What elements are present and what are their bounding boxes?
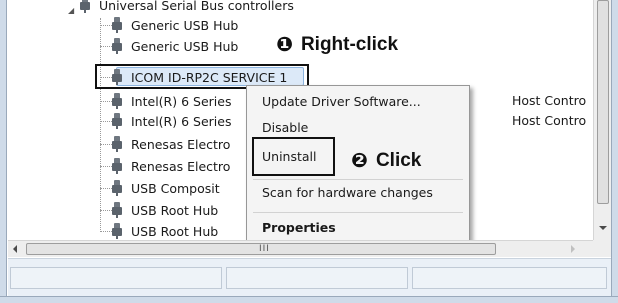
scrollbar-corner [593, 240, 611, 257]
tree-item-label: Generic USB Hub [131, 17, 239, 33]
usb-device-icon [112, 38, 122, 54]
status-bar [8, 258, 611, 296]
tree-item-renesas-1[interactable]: Renesas Electro [112, 134, 230, 154]
horizontal-scrollbar-thumb[interactable]: III [26, 243, 496, 255]
vertical-scrollbar-thumb[interactable] [597, 0, 609, 204]
status-pane [226, 267, 408, 289]
menu-item-uninstall[interactable]: Uninstall [262, 149, 317, 164]
context-menu: Update Driver Software... Disable Uninst… [246, 85, 470, 248]
tree-item-label: Renesas Electro [131, 136, 231, 152]
tree-item-label: Generic USB Hub [131, 38, 239, 54]
usb-device-icon [112, 223, 122, 239]
tree-item-usb-root-hub-2[interactable]: USB Root Hub [112, 221, 218, 240]
tree-category-usb-controllers[interactable]: Universal Serial Bus controllers [80, 0, 294, 15]
annotation-step-1: ❶ Right-click [276, 32, 398, 57]
status-pane [412, 267, 607, 289]
collapse-arrow-icon[interactable]: ◢ [68, 6, 74, 15]
step-1-text: Right-click [300, 33, 399, 55]
menu-item-scan-hardware[interactable]: Scan for hardware changes [262, 185, 433, 200]
tree-category-label: Universal Serial Bus controllers [99, 0, 294, 13]
tree-item-label: USB Composit [131, 180, 220, 196]
tree-item-usb-root-hub-1[interactable]: USB Root Hub [112, 200, 218, 220]
tree-item-label: Renesas Electro [131, 158, 231, 174]
tree-item-overflow-text: Host Contro [512, 93, 587, 108]
tree-item-label: Intel(R) 6 Series [131, 93, 232, 109]
tree-item-label: Intel(R) 6 Series [131, 113, 232, 129]
device-manager-window: ◢ Universal Serial Bus controllers Gener… [0, 0, 618, 303]
status-pane [10, 267, 222, 289]
tree-item-usb-composite[interactable]: USB Composit [112, 178, 220, 198]
vertical-scrollbar[interactable] [593, 0, 611, 240]
tree-item-renesas-2[interactable]: Renesas Electro [112, 156, 230, 176]
tree-item-label: USB Root Hub [131, 223, 219, 239]
scroll-down-arrow-icon[interactable] [599, 226, 607, 230]
step-2-text: Click [375, 149, 422, 171]
usb-device-icon [112, 17, 122, 33]
scroll-left-arrow-icon[interactable] [13, 245, 17, 253]
usb-device-icon [112, 202, 122, 218]
tree-connector [100, 18, 101, 232]
tree-item-generic-usb-hub-1[interactable]: Generic USB Hub [112, 15, 238, 35]
tree-item-label: USB Root Hub [131, 202, 219, 218]
tree-item-overflow-text: Host Contro [512, 113, 587, 128]
menu-separator [253, 179, 463, 180]
usb-device-icon [112, 93, 122, 109]
menu-item-disable[interactable]: Disable [262, 120, 308, 135]
tree-item-generic-usb-hub-2[interactable]: Generic USB Hub [112, 36, 238, 56]
scrollbar-grip: III [259, 244, 270, 254]
step-1-number: ❶ [276, 34, 293, 56]
tree-item-intel-6-series-2[interactable]: Intel(R) 6 Series [112, 111, 231, 131]
usb-controller-icon [80, 0, 90, 13]
usb-device-icon [112, 113, 122, 129]
menu-item-properties[interactable]: Properties [262, 220, 336, 235]
scroll-right-arrow-icon[interactable] [571, 245, 575, 253]
menu-item-update-driver[interactable]: Update Driver Software... [262, 94, 421, 109]
menu-separator [253, 212, 463, 213]
horizontal-scrollbar[interactable]: III [8, 240, 593, 257]
window-frame-left [0, 0, 7, 303]
usb-device-icon [112, 136, 122, 152]
annotation-step-2: ❷ Click [351, 148, 421, 173]
step-2-number: ❷ [351, 150, 368, 172]
usb-device-icon [112, 158, 122, 174]
window-frame-right [611, 0, 618, 303]
window-frame-bottom [0, 296, 618, 303]
usb-device-icon [112, 180, 122, 196]
tree-item-intel-6-series-1[interactable]: Intel(R) 6 Series [112, 91, 231, 111]
